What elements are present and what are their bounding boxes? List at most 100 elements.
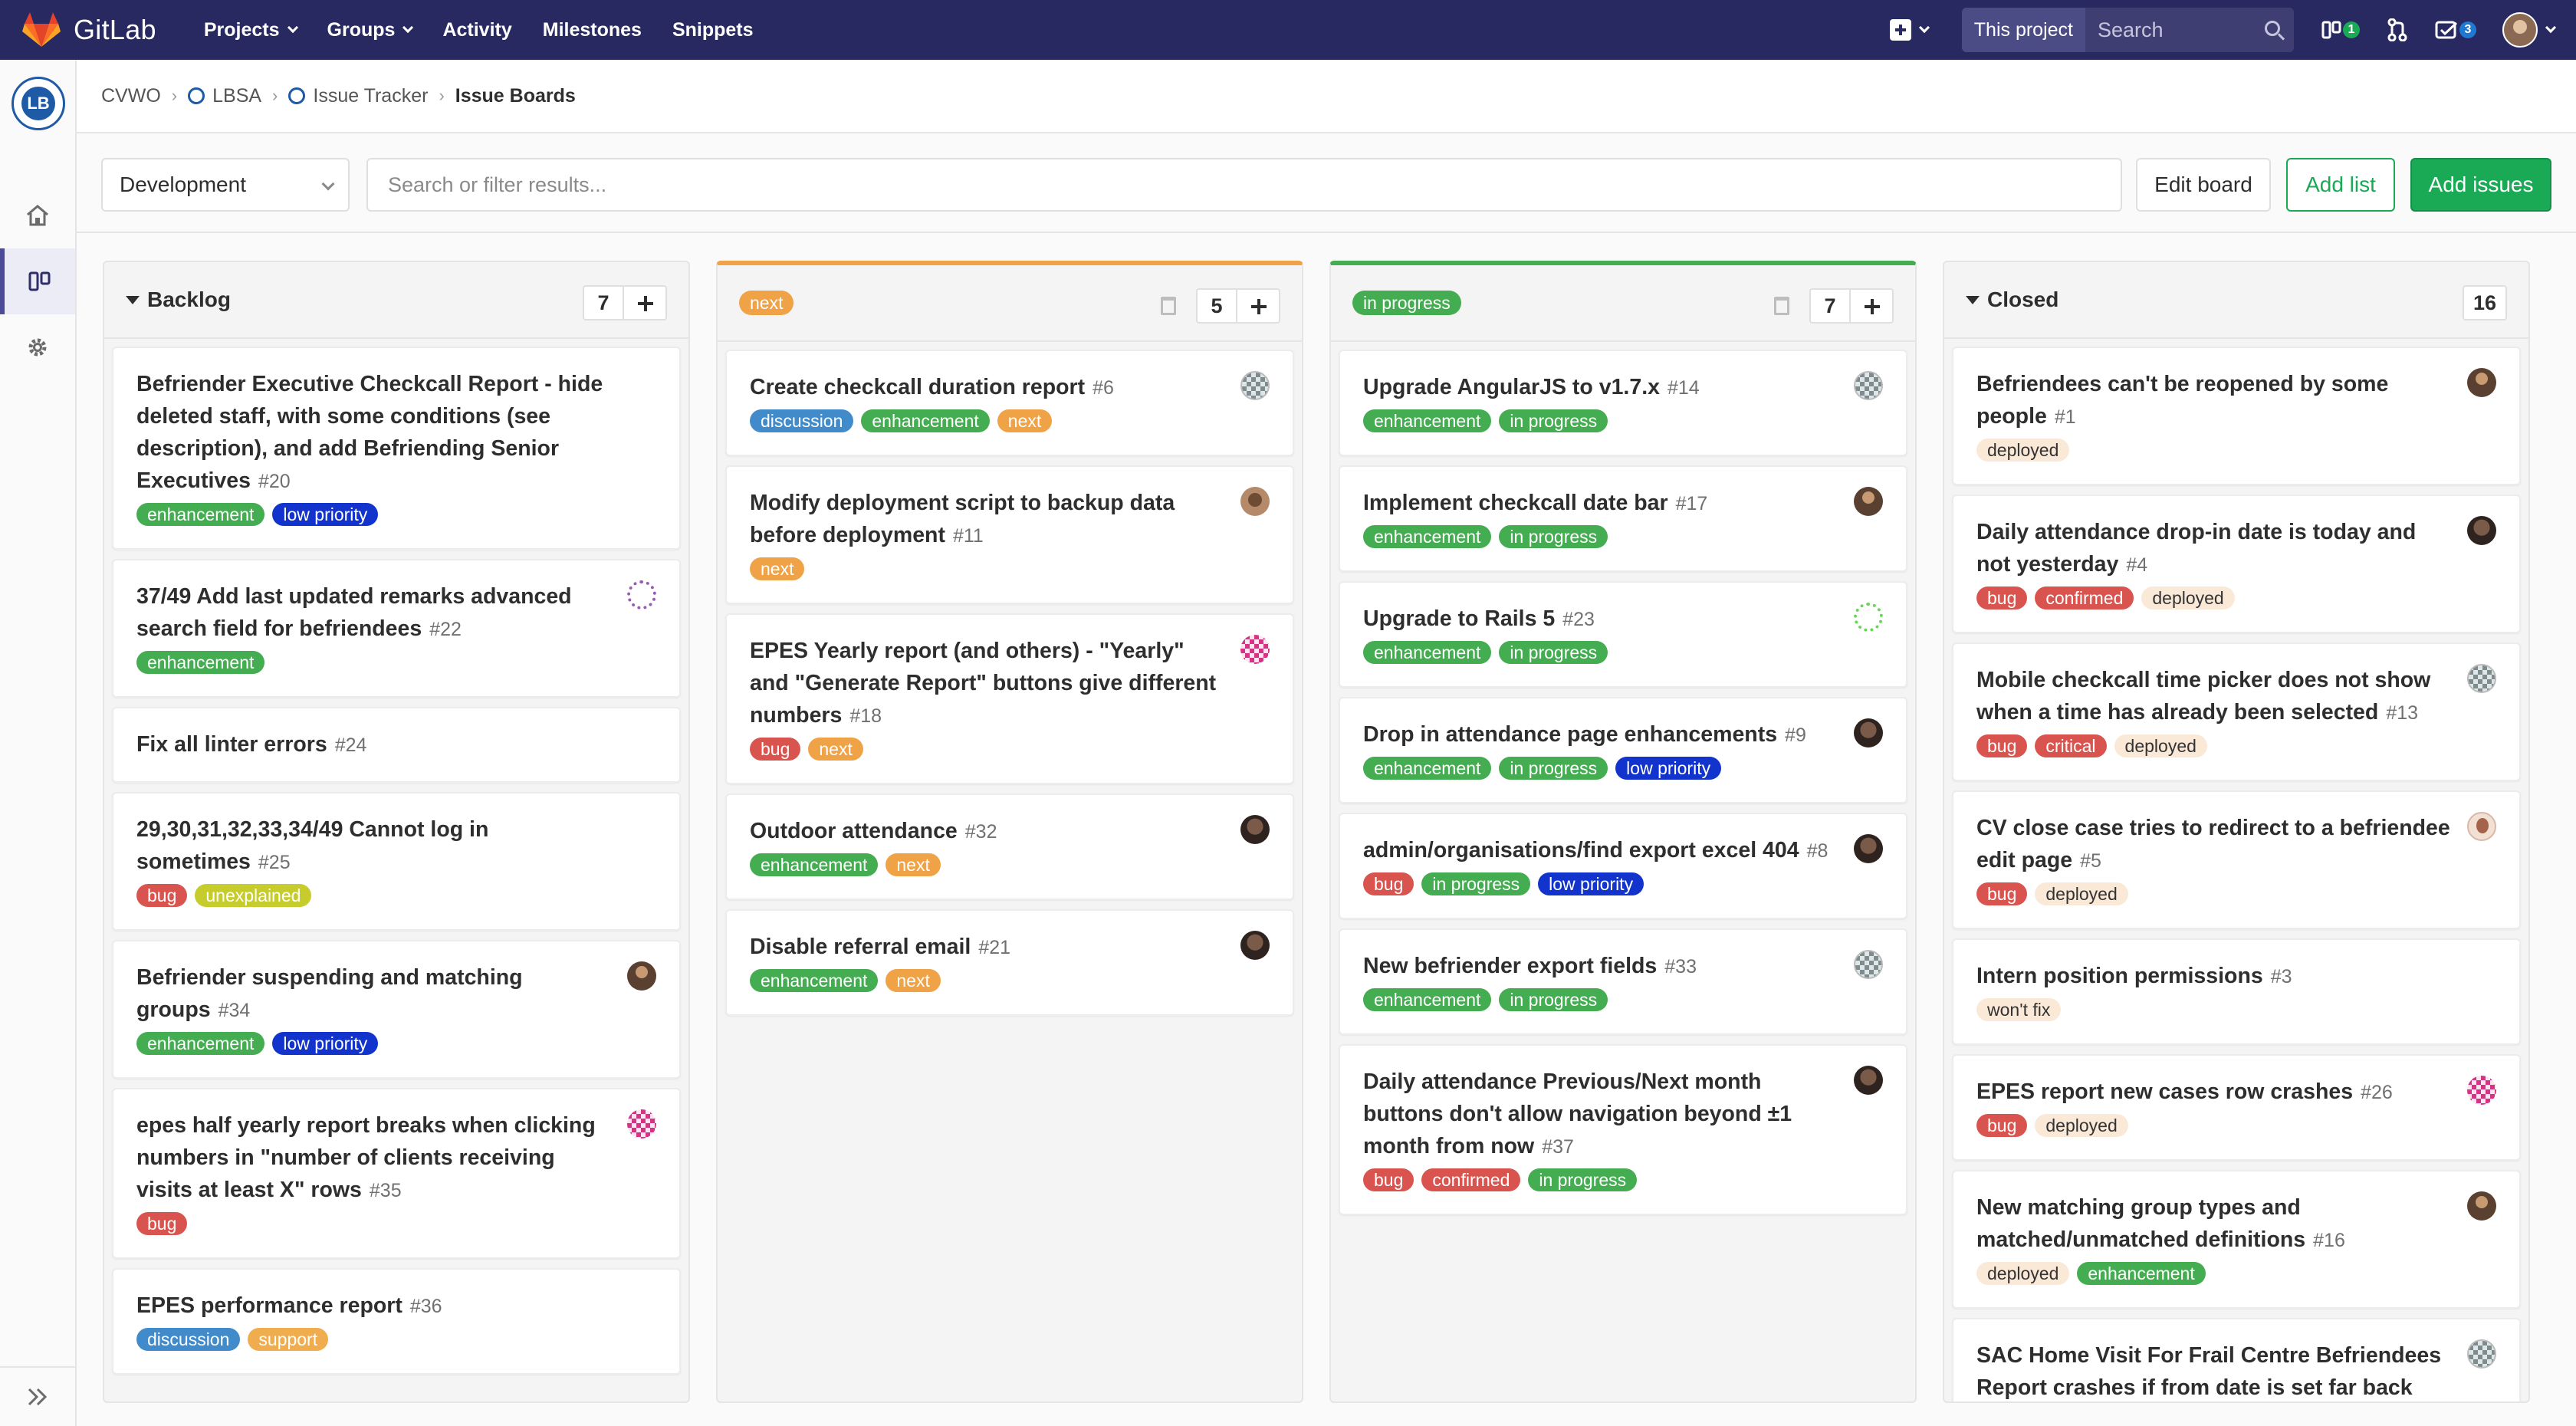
assignee-avatar[interactable] [627, 1109, 656, 1138]
label-badge[interactable]: deployed [2114, 734, 2207, 757]
list-title[interactable]: Backlog [126, 288, 231, 312]
label-badge[interactable]: enhancement [861, 409, 990, 432]
label-badge[interactable]: critical [2035, 734, 2107, 757]
assignee-avatar[interactable] [627, 961, 656, 991]
filter-search-input[interactable] [366, 158, 2122, 212]
issue-card[interactable]: Daily attendance drop-in date is today a… [1952, 495, 2521, 633]
label-badge[interactable]: enhancement [2077, 1261, 2206, 1285]
issue-title[interactable]: SAC Home Visit For Frail Centre Befriend… [1976, 1339, 2450, 1401]
nav-groups[interactable]: Groups [327, 19, 414, 41]
label-badge[interactable]: confirmed [1421, 1168, 1521, 1191]
issue-title[interactable]: Intern position permissions #3 [1976, 960, 2450, 993]
label-badge[interactable]: bug [136, 883, 188, 907]
issue-card[interactable]: Disable referral email #21 enhancement next [725, 909, 1294, 1016]
list-title[interactable]: Closed [1966, 288, 2058, 312]
assignee-avatar[interactable] [2467, 1339, 2496, 1368]
issue-title[interactable]: Upgrade to Rails 5 #23 [1363, 603, 1837, 636]
assignee-avatar[interactable] [1854, 1066, 1883, 1095]
issue-title[interactable]: Drop in attendance page enhancements #9 [1363, 718, 1837, 751]
issue-title[interactable]: EPES performance report #36 [136, 1290, 610, 1322]
breadcrumb-lbsa[interactable]: LBSA [188, 85, 261, 107]
list-title-label[interactable]: in progress [1352, 291, 1461, 315]
label-badge[interactable]: bug [1976, 1113, 2028, 1137]
label-badge[interactable]: bug [1976, 882, 2028, 905]
label-badge[interactable]: in progress [1499, 409, 1608, 432]
issue-card[interactable]: SAC Home Visit For Frail Centre Befriend… [1952, 1318, 2521, 1401]
label-badge[interactable]: low priority [272, 502, 379, 526]
assignee-avatar[interactable] [1854, 371, 1883, 400]
label-badge[interactable]: deployed [1976, 438, 2070, 462]
assignee-avatar[interactable] [1854, 487, 1883, 516]
issue-card[interactable]: EPES report new cases row crashes #26 bug d… [1952, 1054, 2521, 1161]
issue-card[interactable]: Drop in attendance page enhancements #9 en… [1339, 697, 1907, 803]
nav-projects[interactable]: Projects [204, 19, 298, 41]
issue-card[interactable]: epes half yearly report breaks when clic… [112, 1088, 681, 1259]
label-badge[interactable]: unexplained [195, 883, 312, 907]
issue-card[interactable]: New befriender export fields #33 enhanceme… [1339, 928, 1907, 1035]
issue-card[interactable]: Upgrade AngularJS to v1.7.x #14 enhancemen… [1339, 350, 1907, 456]
assignee-avatar[interactable] [1240, 371, 1270, 400]
issue-title[interactable]: Befriender suspending and matching group… [136, 961, 610, 1027]
issue-card[interactable]: Fix all linter errors #24 [112, 707, 681, 783]
trash-icon[interactable] [1774, 297, 1789, 315]
assignee-avatar[interactable] [1854, 834, 1883, 863]
label-badge[interactable]: bug [1976, 734, 2028, 757]
assignee-avatar[interactable] [1240, 931, 1270, 960]
label-badge[interactable]: in progress [1421, 872, 1531, 895]
label-badge[interactable]: discussion [136, 1327, 241, 1351]
issue-title[interactable]: EPES Yearly report (and others) - "Yearl… [750, 635, 1224, 732]
issue-title[interactable]: Daily attendance Previous/Next month but… [1363, 1066, 1837, 1163]
assignee-avatar[interactable] [2467, 516, 2496, 545]
assignee-avatar[interactable] [2467, 1076, 2496, 1105]
label-badge[interactable]: enhancement [1363, 756, 1492, 780]
assignee-avatar[interactable] [627, 580, 656, 610]
issue-title[interactable]: Fix all linter errors #24 [136, 728, 610, 761]
issue-title[interactable]: New matching group types and matched/unm… [1976, 1191, 2450, 1257]
label-badge[interactable]: enhancement [136, 650, 265, 674]
add-issues-button[interactable]: Add issues [2410, 158, 2551, 212]
label-badge[interactable]: in progress [1499, 640, 1608, 664]
issue-title[interactable]: Create checkcall duration report #6 [750, 371, 1224, 404]
label-badge[interactable]: discussion [750, 409, 854, 432]
label-badge[interactable]: confirmed [2035, 586, 2134, 610]
nav-activity[interactable]: Activity [442, 19, 511, 41]
edit-board-button[interactable]: Edit board [2136, 158, 2271, 212]
issue-card[interactable]: Create checkcall duration report #6 discus… [725, 350, 1294, 456]
new-dropdown-button[interactable] [1889, 19, 1930, 41]
search-scope-badge[interactable]: This project [1961, 8, 2085, 52]
assignee-avatar[interactable] [2467, 368, 2496, 397]
sidebar-collapse-button[interactable] [0, 1366, 75, 1426]
issue-title[interactable]: CV close case tries to redirect to a bef… [1976, 812, 2450, 877]
issue-title[interactable]: 37/49 Add last updated remarks advanced … [136, 580, 610, 646]
label-badge[interactable]: in progress [1499, 524, 1608, 548]
breadcrumb-issue-tracker[interactable]: Issue Tracker [288, 85, 428, 107]
issues-link[interactable]: 1 [2321, 20, 2360, 40]
issue-card[interactable]: Intern position permissions #3 won't fix [1952, 938, 2521, 1045]
label-badge[interactable]: deployed [1976, 1261, 2070, 1285]
label-badge[interactable]: enhancement [750, 853, 879, 876]
label-badge[interactable]: next [886, 853, 941, 876]
issue-card[interactable]: EPES performance report #36 discussion supp… [112, 1268, 681, 1375]
issue-title[interactable]: Implement checkcall date bar #17 [1363, 487, 1837, 520]
issue-card[interactable]: Daily attendance Previous/Next month but… [1339, 1044, 1907, 1215]
label-badge[interactable]: deployed [2141, 586, 2235, 610]
breadcrumb-cvwo[interactable]: CVWO [101, 85, 161, 107]
label-badge[interactable]: support [248, 1327, 329, 1351]
issue-card[interactable]: Outdoor attendance #32 enhancement next [725, 794, 1294, 900]
label-badge[interactable]: bug [1976, 586, 2028, 610]
gitlab-home-link[interactable]: GitLab [21, 0, 156, 60]
label-badge[interactable]: enhancement [1363, 524, 1492, 548]
breadcrumb-issue-boards[interactable]: Issue Boards [455, 85, 576, 107]
issue-title[interactable]: New befriender export fields #33 [1363, 950, 1837, 983]
assignee-avatar[interactable] [1240, 635, 1270, 664]
add-issue-button[interactable] [624, 285, 667, 320]
issue-title[interactable]: Disable referral email #21 [750, 931, 1224, 964]
board-switcher-dropdown[interactable]: Development [101, 158, 350, 212]
add-issue-button[interactable] [1851, 288, 1894, 324]
assignee-avatar[interactable] [2467, 812, 2496, 841]
issue-title[interactable]: Outdoor attendance #32 [750, 815, 1224, 848]
sidebar-item-settings[interactable] [0, 314, 75, 380]
issue-title[interactable]: 29,30,31,32,33,34/49 Cannot log in somet… [136, 813, 610, 879]
project-avatar[interactable]: LB [12, 77, 65, 130]
label-badge[interactable]: deployed [2035, 1113, 2128, 1137]
